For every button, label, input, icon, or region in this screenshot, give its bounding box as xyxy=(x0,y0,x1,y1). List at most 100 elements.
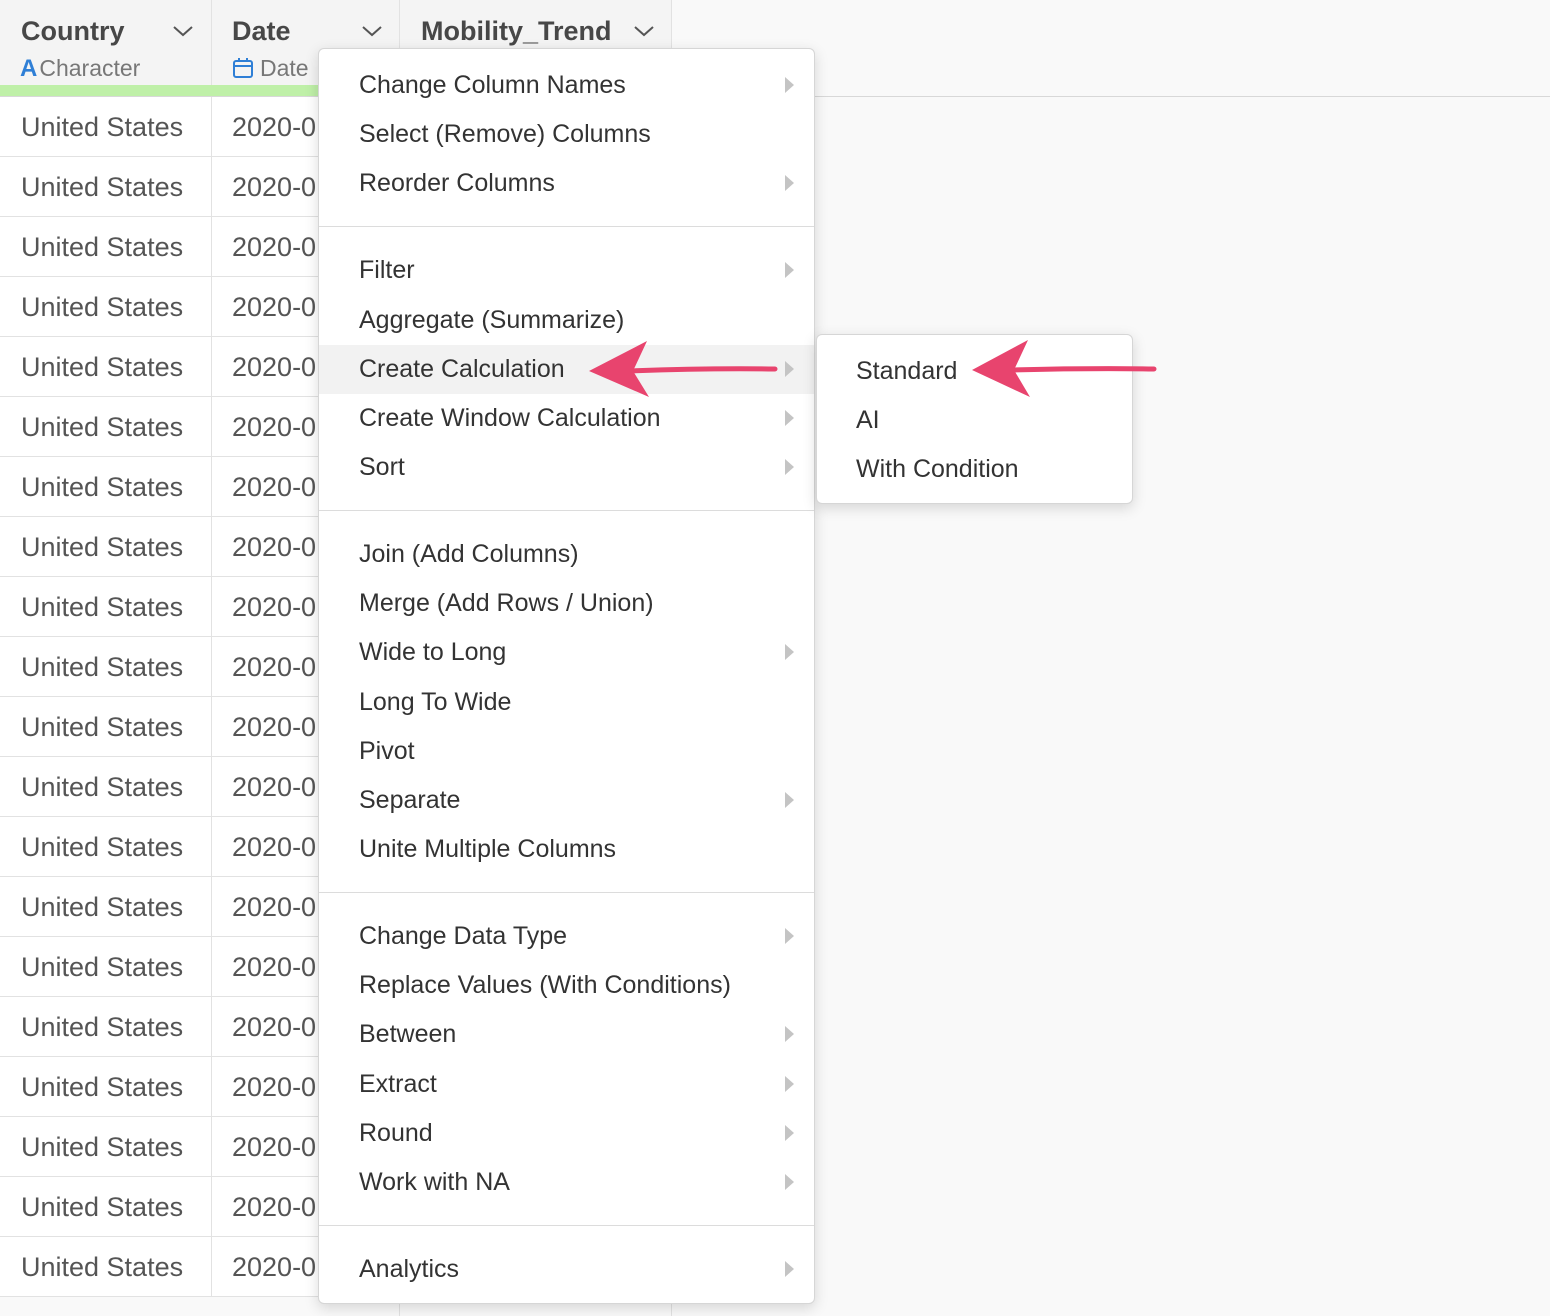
menu-item-label: Analytics xyxy=(359,1255,460,1283)
submenu-arrow-icon xyxy=(785,1125,794,1141)
column-divider xyxy=(211,397,212,456)
column-divider xyxy=(211,97,212,156)
cell-country[interactable]: United States xyxy=(21,877,210,936)
cell-country[interactable]: United States xyxy=(21,1057,210,1116)
cell-country[interactable]: United States xyxy=(21,1177,210,1236)
cell-country[interactable]: United States xyxy=(21,817,210,876)
cell-date[interactable]: 2020-0 xyxy=(232,1117,322,1176)
cell-country[interactable]: United States xyxy=(21,697,210,756)
submenu-item-with-condition[interactable]: With Condition xyxy=(817,445,1132,494)
menu-item-replace-values-with-conditions[interactable]: Replace Values (With Conditions) xyxy=(319,961,814,1010)
menu-item-label: Select (Remove) Columns xyxy=(359,120,651,148)
cell-date[interactable]: 2020-0 xyxy=(232,1177,322,1236)
menu-item-label: Change Column Names xyxy=(359,71,626,99)
cell-country[interactable]: United States xyxy=(21,457,210,516)
menu-item-round[interactable]: Round xyxy=(319,1109,814,1158)
cell-country[interactable]: United States xyxy=(21,997,210,1056)
column-divider xyxy=(211,1177,212,1236)
cell-country[interactable]: United States xyxy=(21,1237,210,1296)
column-divider xyxy=(671,1304,672,1316)
cell-country[interactable]: United States xyxy=(21,397,210,456)
cell-date[interactable]: 2020-0 xyxy=(232,277,322,336)
menu-item-label: Reorder Columns xyxy=(359,169,555,197)
cell-date[interactable]: 2020-0 xyxy=(232,817,322,876)
menu-item-separate[interactable]: Separate xyxy=(319,776,814,825)
menu-item-work-with-na[interactable]: Work with NA xyxy=(319,1158,814,1207)
menu-item-join-add-columns[interactable]: Join (Add Columns) xyxy=(319,530,814,579)
submenu-arrow-icon xyxy=(785,1076,794,1092)
type-label: Character xyxy=(39,55,141,81)
cell-date[interactable]: 2020-0 xyxy=(232,577,322,636)
menu-item-analytics[interactable]: Analytics xyxy=(319,1245,814,1294)
cell-country[interactable]: United States xyxy=(21,937,210,996)
menu-item-between[interactable]: Between xyxy=(319,1010,814,1059)
cell-date[interactable]: 2020-0 xyxy=(232,637,322,696)
menu-item-sort[interactable]: Sort xyxy=(319,443,814,492)
menu-item-label: Separate xyxy=(359,786,461,814)
column-divider xyxy=(211,697,212,756)
menu-item-label: Replace Values (With Conditions) xyxy=(359,971,731,999)
cell-country[interactable]: United States xyxy=(21,1117,210,1176)
menu-item-unite-multiple-columns[interactable]: Unite Multiple Columns xyxy=(319,825,814,874)
cell-country[interactable]: United States xyxy=(21,517,210,576)
column-divider xyxy=(211,937,212,996)
column-divider xyxy=(211,997,212,1056)
cell-country[interactable]: United States xyxy=(21,217,210,276)
column-divider xyxy=(211,337,212,396)
menu-item-create-window-calculation[interactable]: Create Window Calculation xyxy=(319,394,814,443)
cell-date[interactable]: 2020-0 xyxy=(232,697,322,756)
menu-item-aggregate-summarize[interactable]: Aggregate (Summarize) xyxy=(319,296,814,345)
cell-date[interactable]: 2020-0 xyxy=(232,937,322,996)
cell-date[interactable]: 2020-0 xyxy=(232,1237,322,1296)
submenu-arrow-icon xyxy=(785,928,794,944)
menu-item-merge-add-rows-union[interactable]: Merge (Add Rows / Union) xyxy=(319,579,814,628)
menu-item-extract[interactable]: Extract xyxy=(319,1060,814,1109)
cell-country[interactable]: United States xyxy=(21,757,210,816)
menu-item-change-data-type[interactable]: Change Data Type xyxy=(319,912,814,961)
menu-item-change-column-names[interactable]: Change Column Names xyxy=(319,61,814,110)
cell-country[interactable]: United States xyxy=(21,337,210,396)
menu-separator xyxy=(319,892,814,893)
menu-item-label: Pivot xyxy=(359,737,415,765)
cell-country[interactable]: United States xyxy=(21,97,210,156)
submenu-arrow-icon xyxy=(785,1261,794,1277)
column-divider xyxy=(211,577,212,636)
submenu-arrow-icon xyxy=(785,1174,794,1190)
menu-item-select-remove-columns[interactable]: Select (Remove) Columns xyxy=(319,110,814,159)
column-name: Date xyxy=(232,16,291,46)
cell-date[interactable]: 2020-0 xyxy=(232,157,322,216)
menu-item-wide-to-long[interactable]: Wide to Long xyxy=(319,628,814,677)
cell-country[interactable]: United States xyxy=(21,277,210,336)
menu-item-reorder-columns[interactable]: Reorder Columns xyxy=(319,159,814,208)
cell-date[interactable]: 2020-0 xyxy=(232,997,322,1056)
cell-date[interactable]: 2020-0 xyxy=(232,397,322,456)
cell-date[interactable]: 2020-0 xyxy=(232,757,322,816)
cell-date[interactable]: 2020-0 xyxy=(232,517,322,576)
cell-country[interactable]: United States xyxy=(21,157,210,216)
column-name: Mobility_Trend xyxy=(421,16,612,46)
chevron-down-icon[interactable] xyxy=(361,24,383,38)
menu-separator xyxy=(319,510,814,511)
menu-item-filter[interactable]: Filter xyxy=(319,246,814,295)
column-divider xyxy=(211,457,212,516)
column-divider xyxy=(211,877,212,936)
chevron-down-icon[interactable] xyxy=(633,24,655,38)
column-divider xyxy=(211,757,212,816)
column-header-country[interactable]: Country ACharacter xyxy=(0,0,212,88)
menu-item-pivot[interactable]: Pivot xyxy=(319,727,814,776)
cell-country[interactable]: United States xyxy=(21,637,210,696)
cell-date[interactable]: 2020-0 xyxy=(232,457,322,516)
cell-date[interactable]: 2020-0 xyxy=(232,97,322,156)
menu-item-label: Extract xyxy=(359,1070,437,1098)
cell-date[interactable]: 2020-0 xyxy=(232,877,322,936)
submenu-item-ai[interactable]: AI xyxy=(817,396,1132,445)
cell-date[interactable]: 2020-0 xyxy=(232,217,322,276)
menu-item-create-calculation[interactable]: Create Calculation xyxy=(319,345,814,394)
cell-date[interactable]: 2020-0 xyxy=(232,1057,322,1116)
chevron-down-icon[interactable] xyxy=(172,24,194,38)
submenu-item-standard[interactable]: Standard xyxy=(817,347,1132,396)
menu-item-long-to-wide[interactable]: Long To Wide xyxy=(319,678,814,727)
menu-item-label: Sort xyxy=(359,453,405,481)
cell-country[interactable]: United States xyxy=(21,577,210,636)
cell-date[interactable]: 2020-0 xyxy=(232,337,322,396)
